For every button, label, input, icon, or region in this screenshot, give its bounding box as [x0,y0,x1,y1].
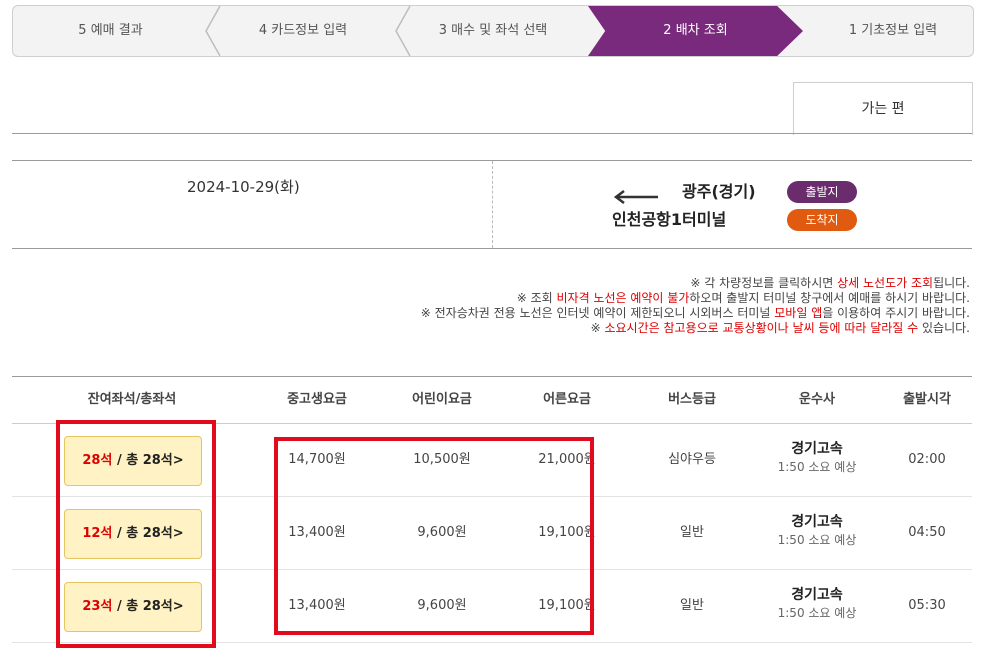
departure-time: 04:50 [908,525,946,540]
route-divider [492,161,493,248]
header-child-fare: 어린이요금 [412,392,472,407]
notice-list: ※ 각 차량정보를 클릭하시면 상세 노선도가 조회됩니다. ※ 조회 비자격 … [318,276,970,336]
travel-date: 2024-10-29(화) [187,178,300,196]
step-progress-bar: 1 기초정보 입력 2 배차 조회 3 매수 및 좌석 선택 4 카드정보 입력… [12,5,974,57]
header-seats: 잔여좌석/총좌석 [87,392,177,407]
header-teen-fare: 중고생요금 [287,392,347,407]
header-grade: 버스등급 [668,392,716,407]
step-3: 3 매수 및 좌석 선택 [438,23,548,38]
header-departure-time: 출발시각 [903,392,951,407]
step-4: 4 카드정보 입력 [258,23,348,38]
notice-item: ※ 각 차량정보를 클릭하시면 상세 노선도가 조회됩니다. [690,276,970,290]
bus-grade: 일반 [680,598,704,613]
route-summary: 2024-10-29(화) 출발지 도착지 광주(경기) 인천공항1터미널 [12,160,972,249]
tab-outbound[interactable]: 가는 편 [793,82,973,135]
company-cell[interactable]: 경기고속 1:50 소요 예상 [757,586,877,623]
notice-item: ※ 전자승차권 전용 노선은 인터넷 예약이 제한되오니 시외버스 터미널 모바… [420,306,970,320]
bus-grade: 일반 [680,525,704,540]
departure-badge: 출발지 [787,181,857,203]
notice-item: ※ 조회 비자격 노선은 예약이 불가하오며 출발지 터미널 창구에서 예매를 … [516,291,970,305]
bus-grade: 심야우등 [668,452,716,467]
arrow-left-icon [613,190,658,204]
departure-time: 05:30 [908,598,946,613]
seat-column-highlight [56,420,216,648]
step-5: 5 예매 결과 [78,23,143,38]
step-separator-icon [395,6,411,56]
notice-item: ※ 소요시간은 참고용으로 교통상황이나 날씨 등에 따라 달라질 수 있습니다… [590,321,970,335]
arrival-badge: 도착지 [787,209,857,231]
step-1: 1 기초정보 입력 [848,23,938,38]
arrival-terminal: 인천공항1터미널 [612,210,727,229]
step-separator-icon [205,6,221,56]
departure-time: 02:00 [908,452,946,467]
table-header: 출발시각 운수사 버스등급 어른요금 어린이요금 중고생요금 잔여좌석/총좌석 [12,377,972,424]
header-adult-fare: 어른요금 [543,392,591,407]
fare-columns-highlight [274,437,594,635]
company-cell[interactable]: 경기고속 1:50 소요 예상 [757,513,877,550]
departure-terminal: 광주(경기) [682,182,756,201]
company-cell[interactable]: 경기고속 1:50 소요 예상 [757,440,877,477]
step-2-active: 2 배차 조회 [588,6,803,56]
tab-underline [12,133,972,134]
header-company: 운수사 [799,392,835,407]
